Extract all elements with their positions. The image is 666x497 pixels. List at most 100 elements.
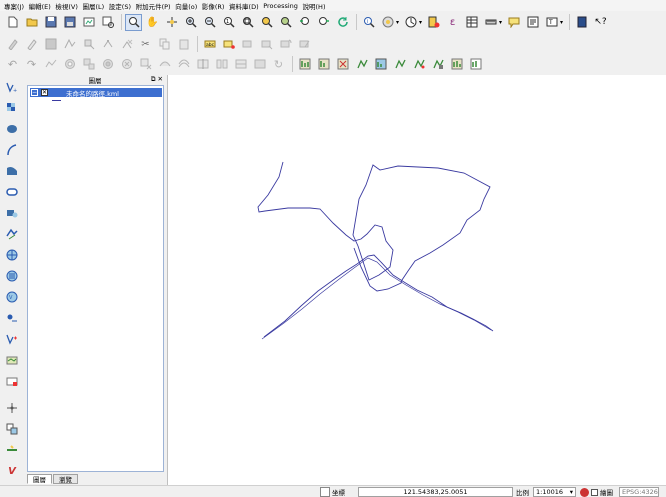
add-raster-layer-icon[interactable]: [3, 99, 21, 117]
new-spatialite-icon[interactable]: [3, 330, 21, 348]
offset-curve-icon[interactable]: [175, 56, 192, 73]
move-feature-icon[interactable]: [80, 36, 97, 53]
grass-add-vector-icon[interactable]: [353, 56, 370, 73]
crs-button[interactable]: EPSG:4326: [619, 487, 659, 497]
menu-project[interactable]: 專案(J): [4, 1, 24, 11]
scale-combo[interactable]: 1:10016 ▾: [533, 487, 576, 497]
add-wfs-layer-icon[interactable]: [3, 246, 21, 264]
open-attribute-table-icon[interactable]: [463, 14, 480, 31]
layer-item[interactable]: − ✕ 未命名的路徑.kml: [30, 88, 162, 98]
map-tips-icon[interactable]: [505, 14, 522, 31]
add-spatialite-layer-icon[interactable]: [3, 141, 21, 159]
menu-layer[interactable]: 圖層(L): [83, 1, 105, 11]
delete-ring-icon[interactable]: [118, 56, 135, 73]
layer-visibility-checkbox[interactable]: ✕: [41, 89, 48, 96]
fill-ring-icon[interactable]: [99, 56, 116, 73]
coordinate-capture-icon[interactable]: [3, 420, 21, 438]
grass-close-mapset-icon[interactable]: [334, 56, 351, 73]
grass-mapset-icon[interactable]: [296, 56, 313, 73]
save-edits-icon[interactable]: [42, 36, 59, 53]
text-annotation-icon[interactable]: T: [543, 14, 560, 31]
identify-icon[interactable]: i: [360, 14, 377, 31]
save-as-icon[interactable]: [61, 14, 78, 31]
node-tool-icon[interactable]: [99, 36, 116, 53]
rotate-label-icon[interactable]: [277, 36, 294, 53]
grass-new-vector-icon[interactable]: [391, 56, 408, 73]
save-project-icon[interactable]: [42, 14, 59, 31]
gps-icon[interactable]: [3, 399, 21, 417]
field-calculator-icon[interactable]: [425, 14, 442, 31]
copy-features-icon[interactable]: [156, 36, 173, 53]
new-print-composer-icon[interactable]: [80, 14, 97, 31]
add-part-icon[interactable]: [80, 56, 97, 73]
menu-settings[interactable]: 設定(S): [109, 1, 131, 11]
tab-layers[interactable]: 圖層: [27, 474, 52, 484]
toggle-editing-icon[interactable]: [23, 36, 40, 53]
help-icon[interactable]: [573, 14, 590, 31]
layer-tree[interactable]: − ✕ 未命名的路徑.kml: [27, 85, 164, 472]
add-postgis-layer-icon[interactable]: [3, 120, 21, 138]
measure-icon[interactable]: [482, 14, 499, 31]
rotate-symbols-icon[interactable]: ↻: [270, 56, 287, 73]
whats-this-icon[interactable]: ↖?: [592, 14, 609, 31]
add-mssql-layer-icon[interactable]: [3, 162, 21, 180]
split-parts-icon[interactable]: [213, 56, 230, 73]
undo-icon[interactable]: ↶: [4, 56, 21, 73]
cut-features-icon[interactable]: ✂: [137, 36, 154, 53]
grass-edit-vector-icon[interactable]: [410, 56, 427, 73]
redo-icon[interactable]: ↷: [23, 56, 40, 73]
coordinate-toggle-icon[interactable]: [320, 487, 330, 497]
menu-processing[interactable]: Processing: [263, 2, 298, 10]
coordinate-toggle[interactable]: 坐標: [320, 487, 345, 497]
refresh-icon[interactable]: [334, 14, 351, 31]
menu-edit[interactable]: 編輯(E): [29, 1, 51, 11]
highlight-pinned-labels-icon[interactable]: [239, 36, 256, 53]
select-icon[interactable]: [379, 14, 396, 31]
add-delimited-text-icon[interactable]: [3, 267, 21, 285]
new-temporary-layer-icon[interactable]: [3, 351, 21, 369]
new-bookmark-icon[interactable]: [524, 14, 541, 31]
chevron-down-icon[interactable]: ▾: [396, 19, 399, 26]
add-ring-icon[interactable]: [61, 56, 78, 73]
split-features-icon[interactable]: [194, 56, 211, 73]
add-wms-layer-icon[interactable]: [3, 204, 21, 222]
pan-icon[interactable]: ✋: [144, 14, 161, 31]
layer-name[interactable]: 未命名的路徑.kml: [66, 88, 119, 98]
paste-features-icon[interactable]: [175, 36, 192, 53]
chevron-down-icon[interactable]: ▾: [499, 19, 502, 26]
zoom-to-layer-icon[interactable]: [277, 14, 294, 31]
add-wcs-layer-icon[interactable]: [3, 225, 21, 243]
coordinate-field[interactable]: 121.54383,25.0051: [358, 487, 513, 497]
add-vector-layer-icon[interactable]: +: [3, 78, 21, 96]
new-shapefile-icon[interactable]: [3, 309, 21, 327]
composer-manager-icon[interactable]: [99, 14, 116, 31]
remove-layer-icon[interactable]: [3, 372, 21, 390]
grass-tools-icon[interactable]: [429, 56, 446, 73]
menu-database[interactable]: 資料庫(D): [229, 1, 259, 11]
zoom-to-selection-icon[interactable]: [258, 14, 275, 31]
delete-selected-icon[interactable]: [118, 36, 135, 53]
render-checkbox[interactable]: [591, 488, 598, 496]
field-calculator-epsilon-icon[interactable]: ε: [444, 14, 461, 31]
reshape-icon[interactable]: [156, 56, 173, 73]
current-edits-icon[interactable]: [4, 36, 21, 53]
pan-to-selection-icon[interactable]: [163, 14, 180, 31]
deselect-icon[interactable]: [402, 14, 419, 31]
change-label-icon[interactable]: [296, 36, 313, 53]
merge-attributes-icon[interactable]: [232, 56, 249, 73]
add-oracle-layer-icon[interactable]: [3, 183, 21, 201]
label-icon[interactable]: abc: [201, 36, 218, 53]
grass-new-mapset-icon[interactable]: [315, 56, 332, 73]
zoom-next-icon[interactable]: [315, 14, 332, 31]
menu-raster[interactable]: 影像(R): [202, 1, 225, 11]
move-label-icon[interactable]: [258, 36, 275, 53]
add-feature-icon[interactable]: [61, 36, 78, 53]
menu-help[interactable]: 說明(H): [303, 1, 326, 11]
chevron-down-icon[interactable]: ▾: [570, 488, 573, 496]
delete-part-icon[interactable]: [137, 56, 154, 73]
chevron-down-icon[interactable]: ▾: [419, 19, 422, 26]
zoom-full-icon[interactable]: [239, 14, 256, 31]
menu-plugins[interactable]: 附加元件(P): [136, 1, 171, 11]
grass-region-icon[interactable]: [448, 56, 465, 73]
georeferencer-icon[interactable]: [3, 441, 21, 459]
